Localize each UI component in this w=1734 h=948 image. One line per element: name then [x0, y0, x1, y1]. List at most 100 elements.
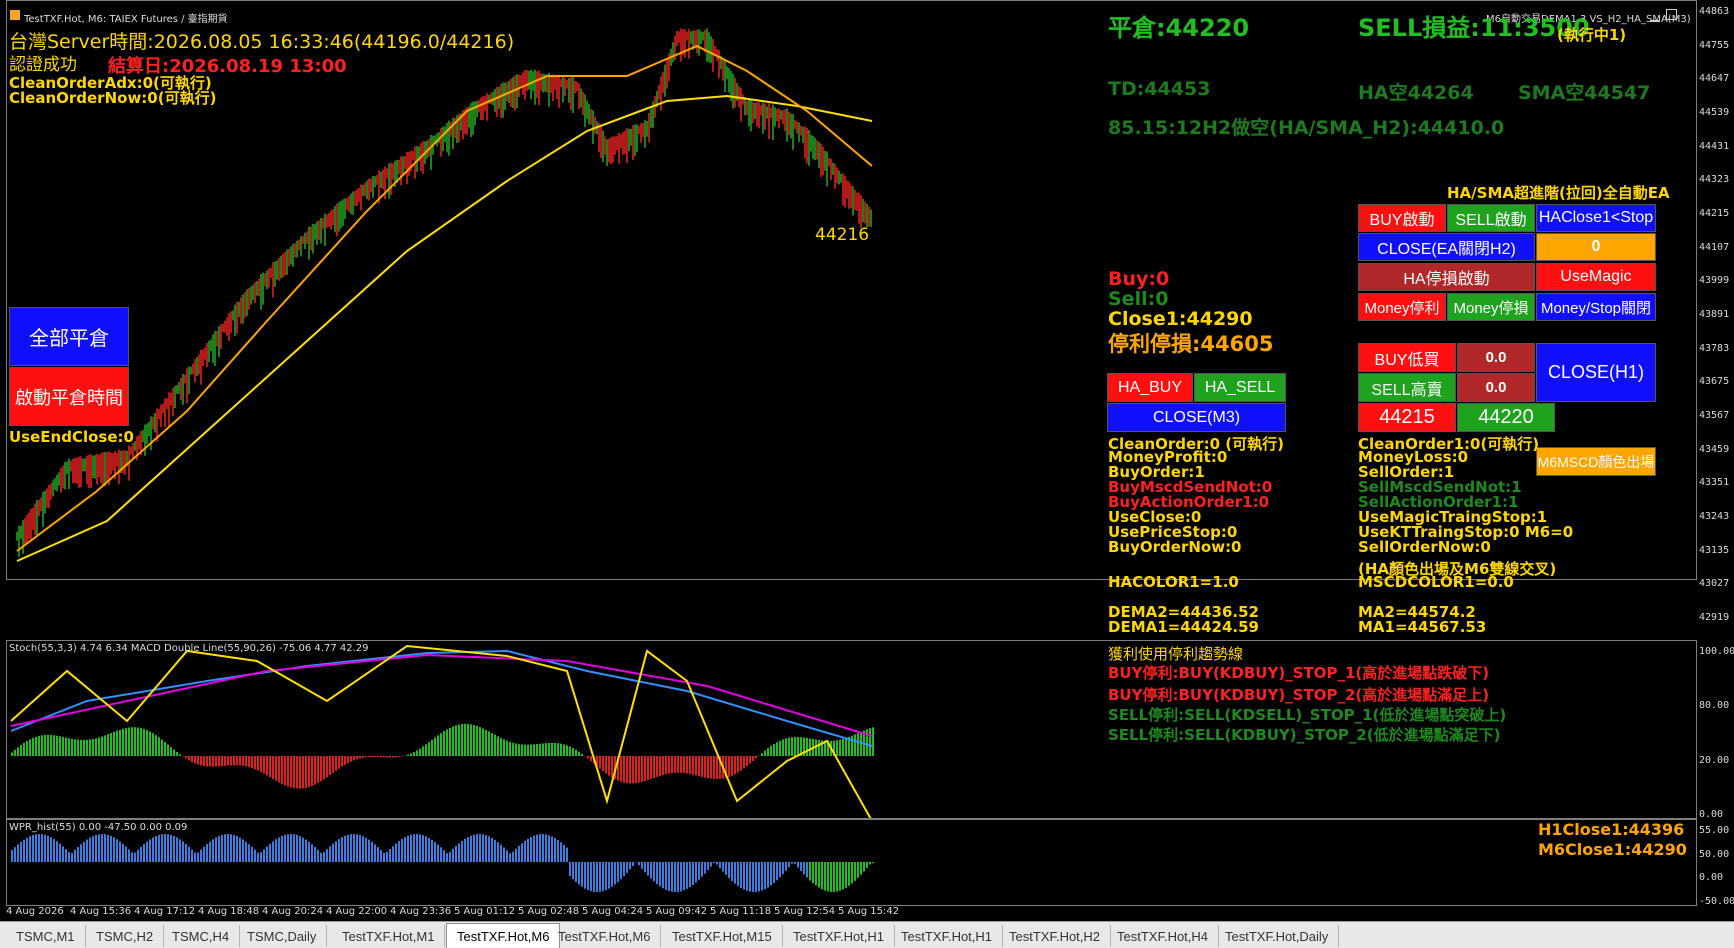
chart-tab[interactable]: TSMC,H4 — [162, 925, 240, 947]
wpr-bar — [167, 834, 169, 862]
chart-tab[interactable]: TestTXF.Hot,H1 — [891, 925, 1003, 947]
sell-high-button[interactable]: SELL高賣 — [1358, 373, 1456, 402]
axis-tick-label: 43135 — [1699, 545, 1729, 556]
minimize-icon[interactable] — [1650, 10, 1660, 22]
time-tick-label: 5 Aug 09:42 — [646, 906, 707, 917]
start-close-time-button[interactable]: 啟動平倉時間 — [9, 367, 129, 426]
macd-bar — [713, 756, 715, 779]
macd-bar — [149, 731, 151, 756]
wpr-bar — [350, 834, 352, 862]
wpr-bar — [395, 844, 397, 862]
macd-bar — [245, 756, 247, 766]
macd-bar — [119, 730, 121, 756]
wpr-bar — [410, 835, 412, 862]
time-tick-label: 4 Aug 23:36 — [390, 906, 451, 917]
macd-bar — [155, 735, 157, 756]
money-stop-button[interactable]: Money停損 — [1447, 293, 1535, 321]
macd-bar — [296, 756, 298, 789]
macd-bar — [74, 739, 76, 756]
wpr-bar — [476, 834, 478, 862]
chart-tab[interactable]: TestTXF.Hot,M15 — [662, 925, 783, 947]
ha-sell-button[interactable]: HA_SELL — [1194, 373, 1286, 402]
macd-bar — [503, 739, 505, 756]
close-m3-button[interactable]: CLOSE(M3) — [1107, 403, 1286, 432]
wpr-bar — [458, 843, 460, 862]
axis-tick-label: 100.00 — [1699, 646, 1734, 657]
macd-bar — [533, 744, 535, 756]
macd-bar — [314, 756, 316, 785]
axis-tick-label: 44107 — [1699, 242, 1729, 253]
macd-bar — [242, 756, 244, 766]
macd-bar — [728, 756, 730, 777]
chart-tab[interactable]: TSMC,Daily — [237, 925, 327, 947]
chart-tab[interactable]: TSMC,H2 — [86, 925, 164, 947]
macd-bar — [485, 730, 487, 756]
macd-bar — [842, 739, 844, 756]
chart-tab[interactable]: TestTXF.Hot,Daily — [1215, 925, 1339, 947]
wpr-bar — [209, 841, 211, 862]
macd-bar — [224, 756, 226, 766]
wpr-bar — [80, 844, 82, 862]
buy-low-button[interactable]: BUY低買 — [1358, 343, 1456, 372]
wpr-bar — [839, 862, 841, 891]
wpr-pane[interactable] — [6, 819, 1697, 906]
chart-tab[interactable]: TestTXF.Hot,H2 — [999, 925, 1111, 947]
bid-price: 44215 — [1358, 403, 1456, 432]
chart-tab[interactable]: TestTXF.Hot,H4 — [1107, 925, 1219, 947]
wpr-bar — [194, 853, 196, 862]
wpr-bar — [626, 862, 628, 873]
macd-bar — [662, 756, 664, 775]
haclose-stop-button[interactable]: HAClose1<Stop — [1536, 204, 1656, 232]
ha-stop-start-button[interactable]: HA停損啟動 — [1358, 263, 1535, 291]
macd-bar — [179, 754, 181, 756]
macd-bar — [365, 756, 367, 757]
wpr-bar — [836, 862, 838, 892]
buy-start-button[interactable]: BUY啟動 — [1358, 204, 1446, 232]
wpr-bar — [743, 862, 745, 890]
ha-short: HA空44264 — [1358, 78, 1474, 105]
wpr-bar — [359, 835, 361, 862]
money-profit-button[interactable]: Money停利 — [1358, 293, 1446, 321]
macd-bar — [707, 756, 709, 778]
close-all-button[interactable]: 全部平倉 — [9, 307, 129, 366]
wpr-bar — [29, 836, 31, 862]
msc-color-button[interactable]: M6MSCD顏色出場 — [1536, 447, 1656, 476]
chart-tab[interactable]: TestTXF.Hot,M1 — [332, 925, 445, 947]
wpr-bar — [806, 862, 808, 878]
macd-bar — [38, 736, 40, 756]
wpr-bar — [119, 841, 121, 862]
sell-start-button[interactable]: SELL啟動 — [1447, 204, 1535, 232]
ea-value-field[interactable]: 0 — [1536, 233, 1656, 261]
wpr-bar — [515, 849, 517, 862]
wpr-bar — [551, 836, 553, 862]
chart-tab[interactable]: TestTXF.Hot,M6 — [446, 923, 560, 948]
wpr-bar — [287, 834, 289, 862]
m6-close: M6Close1:44290 — [1538, 840, 1687, 859]
macd-bar — [107, 734, 109, 756]
macd-bar — [656, 756, 658, 777]
restore-icon[interactable] — [1666, 9, 1677, 20]
macd-bar — [470, 724, 472, 756]
wpr-bar — [248, 844, 250, 862]
stoch-label: Stoch(55,3,3) 4.74 6.34 MACD Double Line… — [9, 643, 369, 654]
buy-low-value[interactable]: 0.0 — [1457, 343, 1535, 372]
use-magic-button[interactable]: UseMagic — [1536, 263, 1656, 291]
sell-high-value[interactable]: 0.0 — [1457, 373, 1535, 402]
money-stop-close-button[interactable]: Money/Stop關閉 — [1536, 293, 1656, 321]
ha-buy-button[interactable]: HA_BUY — [1107, 373, 1193, 402]
wpr-bar — [725, 862, 727, 875]
macd-bar — [236, 756, 238, 765]
macd-bar — [101, 736, 103, 756]
macd-bar — [437, 735, 439, 756]
close-h1-button[interactable]: CLOSE(H1) — [1536, 343, 1656, 402]
macd-bar — [227, 756, 229, 766]
macd-bar — [587, 756, 589, 759]
macd-bar — [698, 756, 700, 776]
close-ea-button[interactable]: CLOSE(EA關閉H2) — [1358, 233, 1535, 261]
chart-tab[interactable]: TestTXF.Hot,M6 — [548, 925, 661, 947]
chart-tab[interactable]: TestTXF.Hot,H1 — [783, 925, 895, 947]
wpr-bar — [677, 862, 679, 892]
macd-bar — [560, 744, 562, 756]
price-axis: 4486344755446474453944431443234421544107… — [1697, 0, 1734, 578]
chart-tab[interactable]: TSMC,M1 — [6, 925, 86, 947]
